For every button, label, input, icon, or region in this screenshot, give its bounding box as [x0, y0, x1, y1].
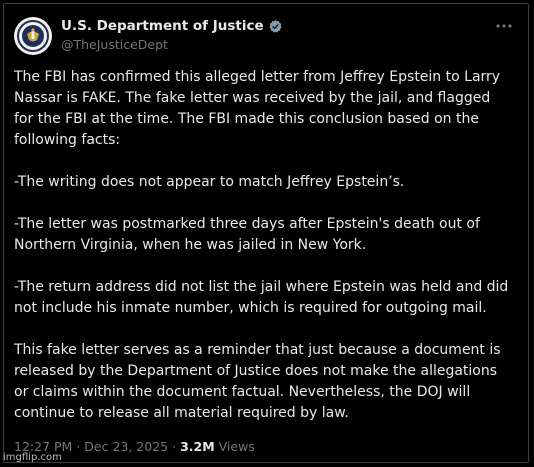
watermark: imgflip.com — [3, 452, 62, 463]
meta-separator: · — [172, 439, 177, 454]
tweet-paragraph: -The return address did not list the jai… — [14, 279, 509, 316]
verified-badge-icon — [268, 19, 282, 33]
views-label: Views — [218, 439, 255, 454]
views-count: 3.2M — [180, 439, 215, 454]
meta-separator: · — [76, 439, 81, 454]
more-options-button[interactable] — [494, 17, 514, 35]
more-horizontal-icon — [496, 24, 512, 28]
account-name[interactable]: U.S. Department of Justice — [61, 18, 264, 34]
account-handle[interactable]: @TheJusticeDept — [61, 37, 283, 52]
doj-seal-icon — [15, 18, 51, 54]
author-block: U.S. Department of Justice @TheJusticeDe… — [61, 18, 283, 52]
tweet-paragraph: The FBI has confirmed this alleged lette… — [14, 69, 501, 148]
tweet-header: U.S. Department of Justice @TheJusticeDe… — [14, 17, 514, 57]
avatar[interactable] — [14, 17, 52, 55]
tweet-text: The FBI has confirmed this alleged lette… — [14, 67, 510, 445]
tweet-paragraph: -The letter was postmarked three days af… — [14, 216, 480, 253]
post-date[interactable]: Dec 23, 2025 — [84, 439, 168, 454]
tweet-paragraph: -The writing does not appear to match Je… — [14, 174, 405, 190]
tweet-paragraph: This fake letter serves as a reminder th… — [14, 342, 501, 421]
